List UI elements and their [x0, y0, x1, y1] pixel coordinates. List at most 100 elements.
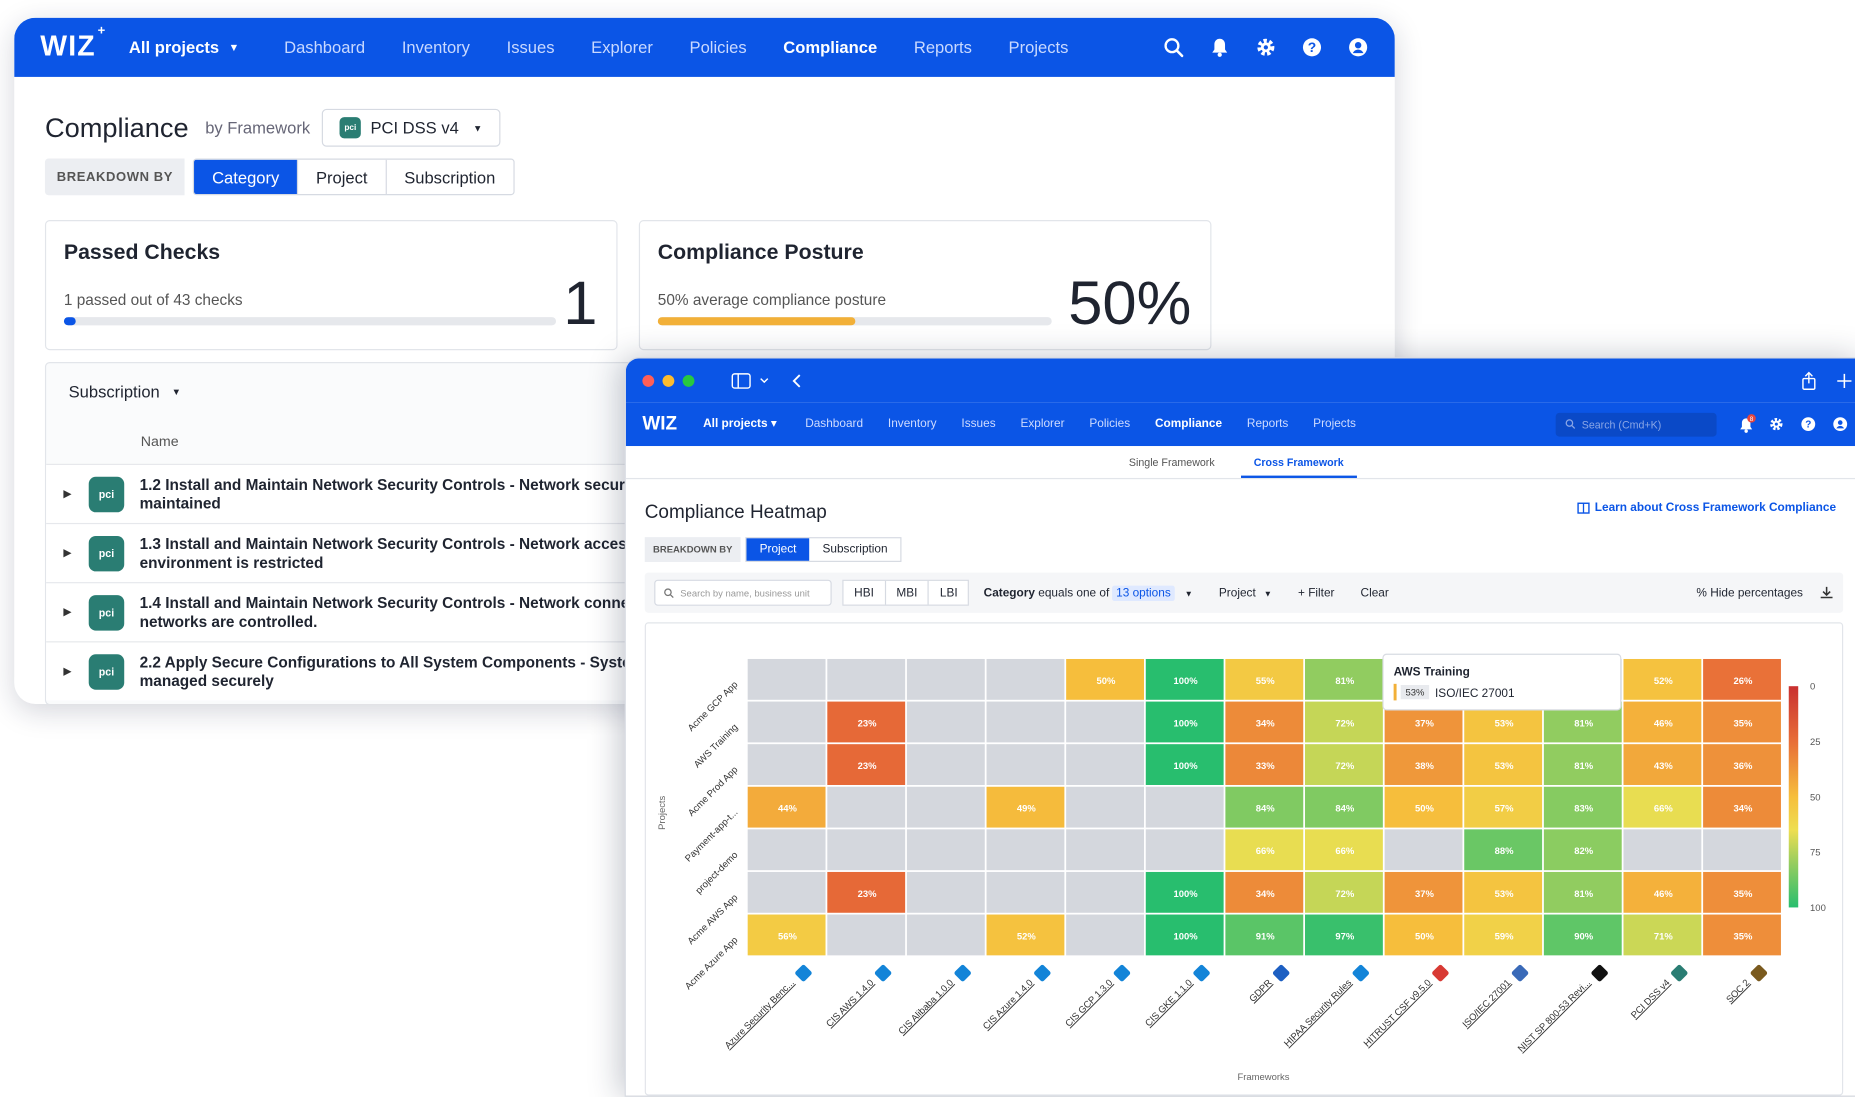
table-row[interactable]: ▶ pci 1.2 Install and Maintain Network Sec… — [46, 463, 662, 523]
heatmap-cell[interactable] — [1066, 744, 1144, 785]
wiz-logo[interactable]: WIZ + — [40, 24, 105, 64]
heatmap-cell[interactable] — [1066, 871, 1144, 913]
add-filter-button[interactable]: + Filter — [1298, 586, 1335, 599]
heatmap-cell[interactable] — [1623, 829, 1702, 871]
level-lbi[interactable]: LBI — [928, 580, 968, 605]
nav-item-issues[interactable]: Issues — [507, 38, 555, 57]
heatmap-cell[interactable] — [986, 871, 1065, 913]
subscription-dropdown[interactable]: Subscription ▼ — [69, 382, 181, 401]
nav-item-explorer[interactable]: Explorer — [591, 38, 653, 57]
level-hbi[interactable]: HBI — [844, 581, 885, 605]
column-label[interactable]: PCI DSS v4 — [1629, 977, 1672, 1020]
heatmap-cell[interactable] — [906, 701, 985, 743]
heatmap-cell[interactable] — [827, 786, 906, 828]
heatmap-cell[interactable] — [827, 829, 906, 871]
heatmap-cell[interactable] — [906, 871, 985, 913]
heatmap-cell[interactable] — [1145, 786, 1224, 828]
tab-cross-framework[interactable]: Cross Framework — [1240, 457, 1357, 478]
column-label[interactable]: HIPAA Security Rules — [1282, 977, 1354, 1049]
heatmap-cell[interactable] — [1066, 829, 1144, 871]
heatmap-cell[interactable] — [1066, 914, 1144, 956]
nav-item-dashboard[interactable]: Dashboard — [805, 418, 863, 431]
minimize-dot[interactable] — [662, 374, 675, 387]
breakdown-option-subscription[interactable]: Subscription — [809, 538, 900, 560]
sidebar-toggle-icon[interactable] — [731, 372, 778, 389]
heatmap-cell[interactable] — [1066, 701, 1144, 743]
heatmap-cell[interactable] — [747, 744, 826, 785]
breakdown-option-project[interactable]: Project — [746, 538, 810, 561]
project-selector[interactable]: All projects ▾ — [703, 418, 777, 431]
heatmap-cell[interactable] — [747, 871, 826, 913]
nav-item-policies[interactable]: Policies — [1089, 418, 1130, 431]
heatmap-cell[interactable] — [986, 744, 1065, 785]
maximize-dot[interactable] — [682, 374, 695, 387]
close-dot[interactable] — [642, 374, 655, 387]
nav-item-inventory[interactable]: Inventory — [402, 38, 470, 57]
nav-item-inventory[interactable]: Inventory — [888, 418, 937, 431]
heatmap-cell[interactable] — [986, 658, 1065, 700]
column-label[interactable]: NIST SP 800-53 Revi... — [1516, 977, 1593, 1054]
gear-icon[interactable] — [1255, 37, 1276, 58]
heatmap-cell[interactable] — [1066, 786, 1144, 828]
heatmap-cell[interactable] — [827, 658, 906, 700]
user-icon[interactable] — [1833, 416, 1848, 432]
heatmap-cell[interactable] — [906, 658, 985, 700]
heatmap-cell[interactable] — [747, 658, 826, 700]
filter-search-input[interactable]: Search by name, business unit — [654, 579, 832, 606]
heatmap-cell[interactable] — [747, 829, 826, 871]
column-label[interactable]: GDPR — [1247, 977, 1274, 1004]
nav-item-projects[interactable]: Projects — [1009, 38, 1069, 57]
column-label[interactable]: SOC 2 — [1724, 977, 1752, 1005]
nav-item-reports[interactable]: Reports — [914, 38, 972, 57]
nav-item-reports[interactable]: Reports — [1247, 418, 1288, 431]
column-label[interactable]: HITRUST CSF v9.5.0 — [1362, 977, 1434, 1049]
nav-item-dashboard[interactable]: Dashboard — [284, 38, 365, 57]
tab-single-framework[interactable]: Single Framework — [1129, 457, 1215, 478]
heatmap-cell[interactable] — [1703, 829, 1781, 871]
user-icon[interactable] — [1347, 37, 1368, 58]
expand-caret-icon[interactable]: ▶ — [46, 547, 89, 560]
project-filter[interactable]: Project ▼ — [1219, 586, 1272, 599]
table-row[interactable]: ▶ pci 2.2 Apply Secure Configurations to A… — [46, 641, 662, 701]
nav-item-issues[interactable]: Issues — [961, 418, 995, 431]
column-label[interactable]: CIS GKE 1.1.0 — [1143, 977, 1195, 1029]
nav-item-projects[interactable]: Projects — [1313, 418, 1356, 431]
help-icon[interactable]: ? — [1801, 416, 1816, 432]
nav-item-compliance[interactable]: Compliance — [1155, 418, 1222, 431]
heatmap-cell[interactable] — [1145, 829, 1224, 871]
column-label[interactable]: CIS Azure 1.4.0 — [981, 977, 1036, 1032]
column-label[interactable]: Azure Security Benc... — [723, 977, 797, 1051]
heatmap-cell[interactable] — [986, 701, 1065, 743]
framework-selector[interactable]: pci PCI DSS v4 ▼ — [321, 108, 501, 147]
heatmap-cell[interactable] — [906, 744, 985, 785]
heatmap-cell[interactable] — [906, 829, 985, 871]
bell-icon[interactable]: 8 — [1736, 413, 1757, 434]
heatmap-cell[interactable] — [827, 914, 906, 956]
nav-item-compliance[interactable]: Compliance — [783, 38, 877, 57]
clear-button[interactable]: Clear — [1361, 586, 1389, 599]
search-icon[interactable] — [1163, 37, 1184, 58]
expand-caret-icon[interactable]: ▶ — [46, 606, 89, 619]
heatmap-cell[interactable] — [747, 701, 826, 743]
expand-caret-icon[interactable]: ▶ — [46, 487, 89, 500]
column-label[interactable]: ISO/IEC 27001 — [1461, 977, 1514, 1030]
heatmap-cell[interactable] — [1384, 829, 1463, 871]
heatmap-cell[interactable] — [906, 786, 985, 828]
column-label[interactable]: CIS Alibaba 1.0.0 — [897, 977, 956, 1036]
heatmap-cell[interactable] — [986, 829, 1065, 871]
column-label[interactable]: CIS AWS 1.4.0 — [824, 977, 876, 1029]
wiz-logo[interactable]: WIZ — [642, 413, 677, 434]
heatmap-cell[interactable] — [906, 914, 985, 956]
category-filter[interactable]: Category equals one of 13 options ▼ — [984, 585, 1193, 601]
share-icon[interactable] — [1801, 371, 1818, 390]
search-input[interactable]: Search (Cmd+K) — [1555, 412, 1717, 436]
back-arrow-icon[interactable] — [790, 372, 804, 389]
breakdown-option-category[interactable]: Category — [194, 159, 298, 195]
nav-item-policies[interactable]: Policies — [690, 38, 747, 57]
new-tab-icon[interactable] — [1836, 372, 1853, 389]
help-icon[interactable]: ? — [1301, 37, 1322, 58]
breakdown-option-project[interactable]: Project — [297, 159, 385, 195]
expand-caret-icon[interactable]: ▶ — [46, 665, 89, 678]
breakdown-option-subscription[interactable]: Subscription — [385, 159, 513, 195]
bell-icon[interactable] — [1209, 37, 1230, 58]
